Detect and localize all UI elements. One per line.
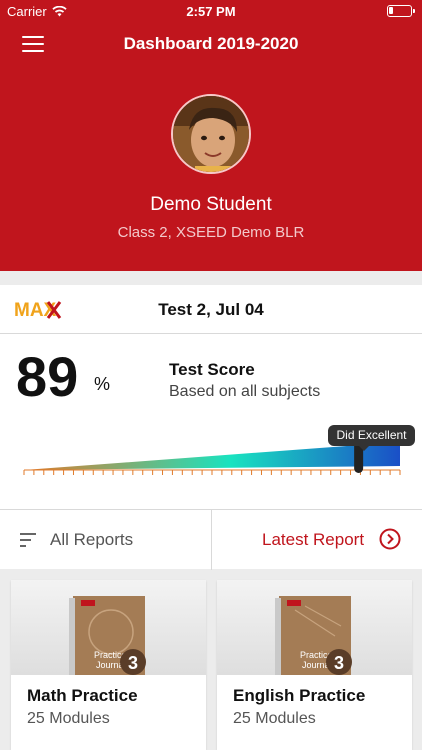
latest-report-label: Latest Report [262, 530, 365, 549]
english-practice-cover: Practice Journal 3 [217, 580, 412, 675]
page-title: Dashboard 2019-2020 [123, 34, 299, 53]
all-reports-label: All Reports [50, 530, 134, 549]
chevron-right-circle-icon [379, 528, 401, 550]
status-time: 2:57 PM [186, 4, 236, 19]
gauge-fill [24, 442, 400, 470]
score-subtitle: Based on all subjects [169, 383, 321, 400]
dashboard-header: Carrier 2:57 PM Dashboard 2019-2020 Demo [0, 0, 422, 271]
english-practice-card[interactable]: Practice Journal 3 English Practice 25 M… [217, 580, 412, 750]
test-score-card: MAX Test 2, Jul 04 89 % Test Score Based… [0, 285, 422, 570]
avatar[interactable] [171, 94, 251, 174]
all-reports-button[interactable]: All Reports [0, 510, 211, 570]
practice-title: Math Practice [27, 686, 138, 705]
svg-text:3: 3 [128, 653, 138, 673]
gauge-ticks [23, 469, 401, 475]
status-bar: Carrier 2:57 PM [0, 0, 422, 22]
test-header: MAX Test 2, Jul 04 [0, 285, 422, 334]
filter-icon [20, 533, 36, 547]
practice-title: English Practice [233, 686, 366, 705]
latest-report-button[interactable]: Latest Report [212, 510, 422, 570]
score-unit: % [94, 374, 111, 394]
book-icon: Practice Journal 3 [275, 596, 352, 675]
practice-modules: 25 Modules [27, 710, 110, 727]
battery-icon [387, 5, 415, 17]
book-icon: Practice Journal 3 [69, 596, 146, 675]
math-practice-cover: Practice Journal 3 [11, 580, 206, 675]
student-name: Demo Student [150, 194, 272, 215]
gauge-tooltip: Did Excellent [328, 425, 415, 451]
math-practice-card[interactable]: Practice Journal 3 Math Practice 25 Modu… [11, 580, 206, 750]
student-class: Class 2, XSEED Demo BLR [117, 224, 305, 241]
score-label: Test Score [169, 360, 255, 379]
practice-modules: 25 Modules [233, 710, 316, 727]
student-photo [173, 96, 249, 172]
reports-row: All Reports Latest Report [0, 509, 422, 570]
svg-text:3: 3 [334, 653, 344, 673]
score-gauge: Did Excellent [0, 422, 422, 492]
score-value: 89 [16, 345, 79, 408]
battery-level [389, 7, 393, 14]
test-title: Test 2, Jul 04 [158, 300, 264, 319]
